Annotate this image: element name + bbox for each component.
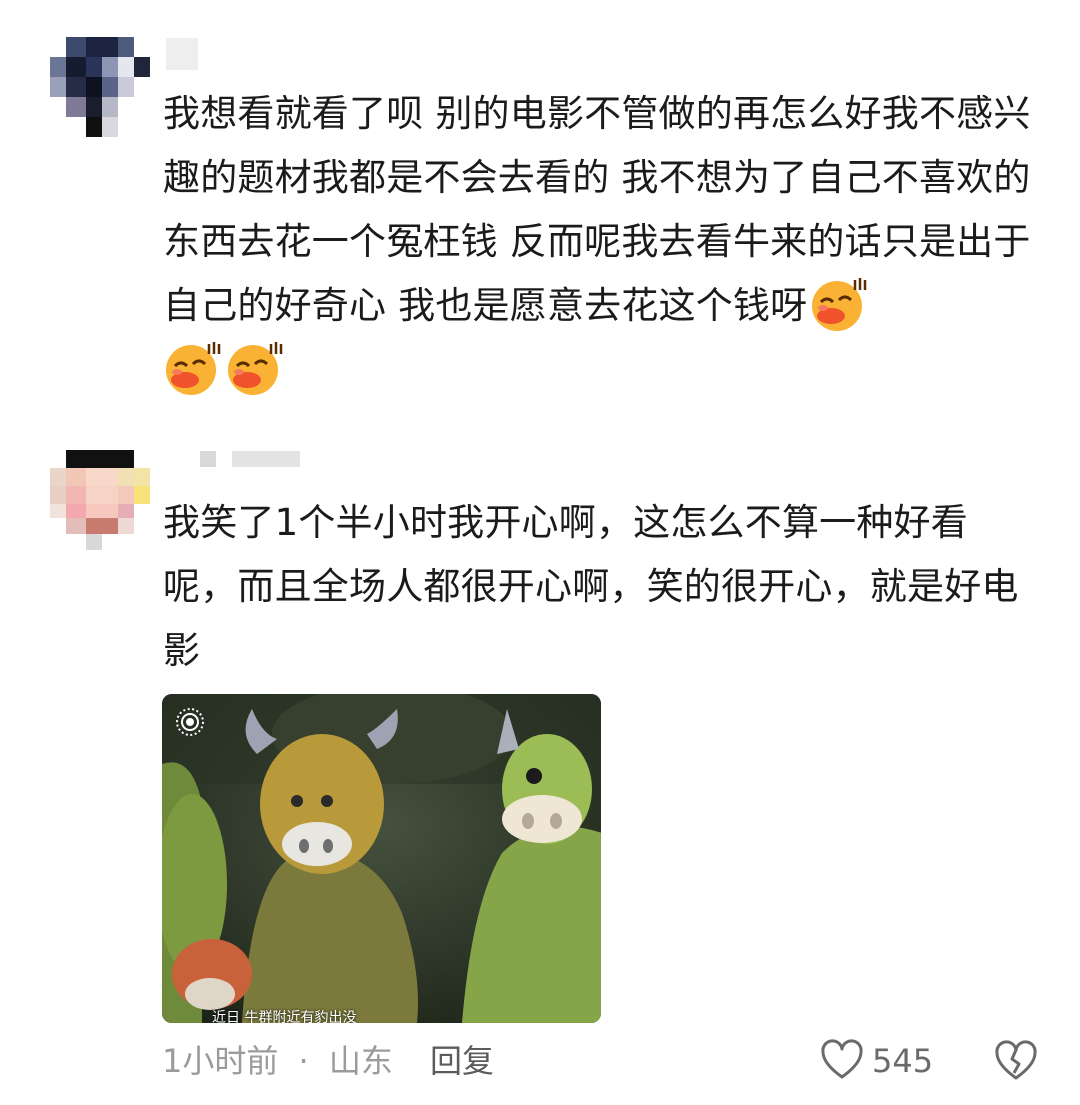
comment-image[interactable]: 近日 牛群附近有豹出没 [162,694,601,1023]
meta-separator: · [298,1042,309,1080]
avatar[interactable] [50,450,150,550]
pixelated-avatar-image [50,450,150,550]
heart-outline-icon [821,1039,863,1079]
reply-button[interactable]: 回复 [430,1036,494,1086]
image-caption: 近日 牛群附近有豹出没 [212,1010,357,1023]
comment-footer: 1小时前 · 山东 回复 545 [162,1036,1042,1086]
location: 山东 [328,1042,393,1080]
avatar[interactable] [50,37,150,137]
live-photo-icon[interactable] [174,706,206,738]
dislike-button[interactable] [994,1040,1038,1088]
cartoon-cows-image [162,694,601,1023]
shy-kiss-emoji-icon [225,338,285,396]
pixelated-avatar-image [50,37,150,137]
comment-text: 我想看就看了呗 别的电影不管做的再怎么好我不感兴趣的题材我都是不会去看的 我不想… [163,82,1043,402]
comment-body: 我想看就看了呗 别的电影不管做的再怎么好我不感兴趣的题材我都是不会去看的 我不想… [163,92,1031,327]
timestamp: 1小时前 [162,1042,279,1080]
comment-body: 我笑了1个半小时我开心啊，这怎么不算一种好看呢，而且全场人都很开心啊，笑的很开心… [163,501,1019,672]
shy-kiss-emoji-icon [163,338,223,396]
shy-kiss-emoji-icon [809,274,869,332]
comment-meta: 1小时前 · 山东 [162,1036,393,1086]
like-count: 545 [872,1042,934,1080]
username[interactable] [200,451,300,467]
username[interactable] [166,38,198,70]
broken-heart-icon [995,1040,1037,1080]
comment-text: 我笑了1个半小时我开心啊，这怎么不算一种好看呢，而且全场人都很开心啊，笑的很开心… [163,491,1038,683]
